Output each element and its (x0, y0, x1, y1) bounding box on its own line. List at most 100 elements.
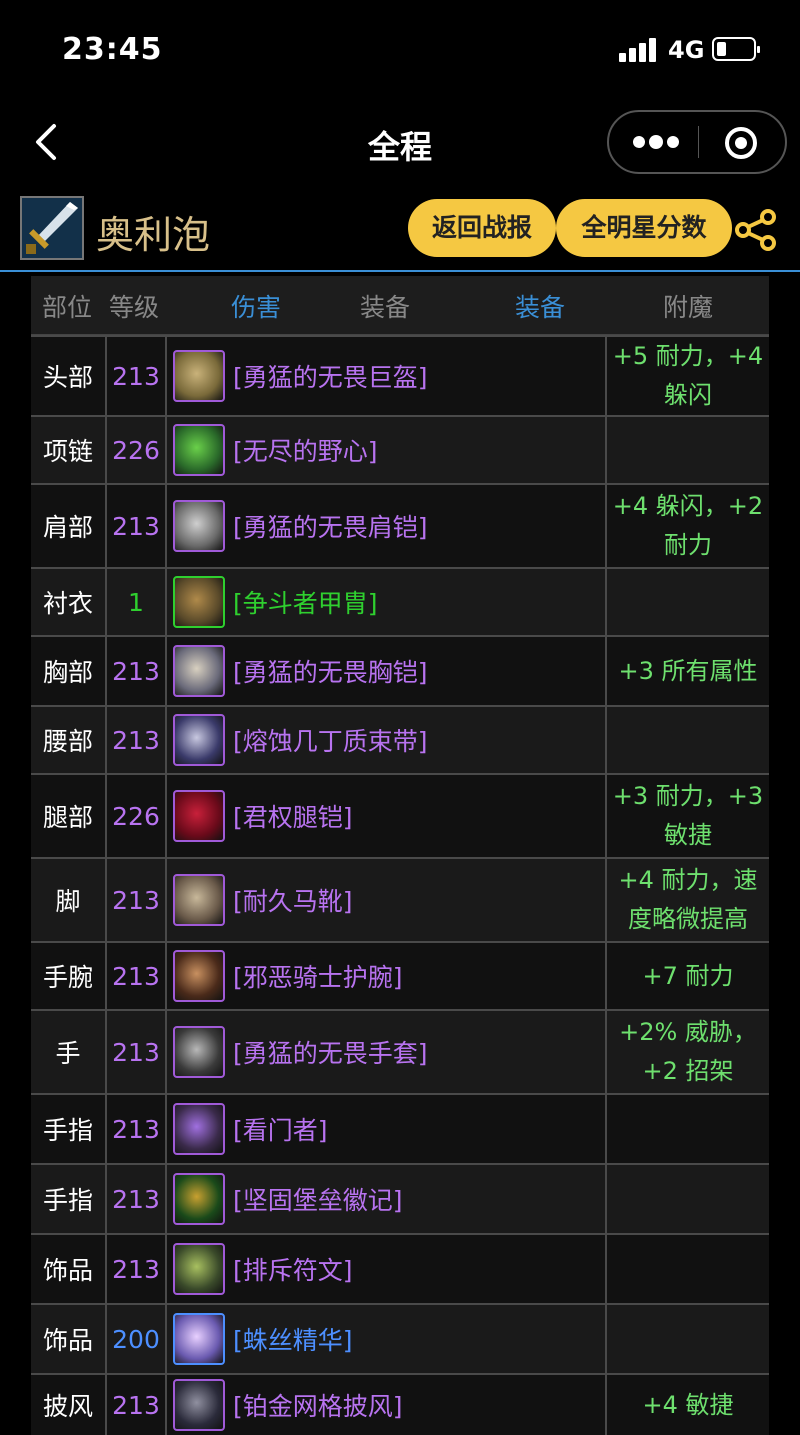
enchant-cell: +4 敏捷 (642, 1390, 734, 1419)
item-icon[interactable] (173, 500, 225, 552)
item-level-cell: 213 (107, 637, 167, 705)
back-to-report-button[interactable]: 返回战报 (408, 199, 556, 257)
nav-bar: 全程 (0, 100, 800, 190)
item-icon[interactable] (173, 1173, 225, 1225)
enchant-cell (607, 1165, 769, 1233)
header-gear-tab-active[interactable]: 装备 (515, 288, 565, 324)
item-name[interactable]: [熔蚀几丁质束带] (233, 722, 428, 758)
item-icon[interactable] (173, 1313, 225, 1365)
item-cell[interactable]: [熔蚀几丁质束带] (167, 707, 607, 773)
item-cell[interactable]: [勇猛的无畏肩铠] (167, 485, 607, 567)
share-icon[interactable] (734, 208, 778, 252)
table-row[interactable]: 胸部 213 [勇猛的无畏胸铠] +3 所有属性 (31, 635, 769, 705)
table-row[interactable]: 肩部 213 [勇猛的无畏肩铠] +4 躲闪，+2耐力 (31, 483, 769, 567)
status-time: 23:45 (62, 32, 163, 67)
item-level-cell: 213 (107, 1011, 167, 1093)
table-row[interactable]: 手指 213 [坚固堡垒徽记] (31, 1163, 769, 1233)
table-row[interactable]: 腿部 226 [君权腿铠] +3 耐力，+3敏捷 (31, 773, 769, 857)
item-name[interactable]: [排斥符文] (233, 1251, 353, 1287)
more-dots-icon[interactable] (633, 135, 679, 150)
item-icon[interactable] (173, 645, 225, 697)
mini-program-capsule (607, 110, 787, 174)
item-level-cell: 213 (107, 707, 167, 773)
item-icon[interactable] (173, 1026, 225, 1078)
item-icon[interactable] (173, 1103, 225, 1155)
enchant-cell: +3 耐力，+3敏捷 (612, 782, 764, 849)
slot-cell: 头部 (31, 337, 107, 415)
header-gear-tab[interactable]: 装备 (360, 288, 410, 324)
item-cell[interactable]: [排斥符文] (167, 1235, 607, 1303)
table-row[interactable]: 腰部 213 [熔蚀几丁质束带] (31, 705, 769, 773)
item-name[interactable]: [邪恶骑士护腕] (233, 958, 403, 994)
all-stars-score-button[interactable]: 全明星分数 (556, 199, 732, 257)
item-name[interactable]: [君权腿铠] (233, 798, 353, 834)
slot-cell: 胸部 (31, 637, 107, 705)
character-header: 奥利泡 返回战报 全明星分数 (0, 190, 800, 272)
slot-cell: 腰部 (31, 707, 107, 773)
item-cell[interactable]: [争斗者甲胄] (167, 569, 607, 635)
item-icon[interactable] (173, 350, 225, 402)
item-name[interactable]: [勇猛的无畏巨盔] (233, 358, 428, 394)
header-damage-tab[interactable]: 伤害 (231, 288, 281, 324)
item-cell[interactable]: [蛛丝精华] (167, 1305, 607, 1373)
table-row[interactable]: 脚 213 [耐久马靴] +4 耐力，速度略微提高 (31, 857, 769, 941)
table-row[interactable]: 披风 213 [铂金网格披风] +4 敏捷 (31, 1373, 769, 1435)
character-avatar (20, 196, 84, 260)
item-name[interactable]: [耐久马靴] (233, 882, 353, 918)
item-cell[interactable]: [耐久马靴] (167, 859, 607, 941)
item-name[interactable]: [坚固堡垒徽记] (233, 1181, 403, 1217)
item-name[interactable]: [争斗者甲胄] (233, 584, 378, 620)
item-cell[interactable]: [邪恶骑士护腕] (167, 943, 607, 1009)
item-level-cell: 226 (107, 775, 167, 857)
capsule-divider (698, 126, 699, 158)
table-row[interactable]: 手 213 [勇猛的无畏手套] +2% 威胁，+2 招架 (31, 1009, 769, 1093)
item-icon[interactable] (173, 950, 225, 1002)
gear-table: 部位 等级 伤害 装备 装备 附魔 头部 213 [勇猛的无畏巨盔] +5 耐力，+4… (31, 276, 769, 1435)
item-name[interactable]: [铂金网格披风] (233, 1387, 403, 1423)
enchant-cell (607, 417, 769, 483)
enchant-cell (607, 707, 769, 773)
table-row[interactable]: 手腕 213 [邪恶骑士护腕] +7 耐力 (31, 941, 769, 1009)
table-row[interactable]: 饰品 200 [蛛丝精华] (31, 1303, 769, 1373)
table-row[interactable]: 项链 226 [无尽的野心] (31, 415, 769, 483)
item-cell[interactable]: [看门者] (167, 1095, 607, 1163)
table-row[interactable]: 头部 213 [勇猛的无畏巨盔] +5 耐力，+4躲闪 (31, 335, 769, 415)
header-enchant[interactable]: 附魔 (663, 288, 713, 324)
item-cell[interactable]: [无尽的野心] (167, 417, 607, 483)
item-cell[interactable]: [君权腿铠] (167, 775, 607, 857)
item-name[interactable]: [蛛丝精华] (233, 1321, 353, 1357)
header-level[interactable]: 等级 (109, 288, 159, 324)
table-row[interactable]: 饰品 213 [排斥符文] (31, 1233, 769, 1303)
target-circle-icon[interactable] (724, 126, 758, 160)
item-name[interactable]: [勇猛的无畏肩铠] (233, 508, 428, 544)
table-row[interactable]: 手指 213 [看门者] (31, 1093, 769, 1163)
slot-cell: 手指 (31, 1095, 107, 1163)
item-cell[interactable]: [勇猛的无畏胸铠] (167, 637, 607, 705)
item-cell[interactable]: [铂金网格披风] (167, 1375, 607, 1435)
item-icon[interactable] (173, 874, 225, 926)
item-name[interactable]: [看门者] (233, 1111, 328, 1147)
slot-cell: 手腕 (31, 943, 107, 1009)
gear-rows: 头部 213 [勇猛的无畏巨盔] +5 耐力，+4躲闪 项链 226 [无尽的野心] 肩部 21… (31, 335, 769, 1435)
enchant-cell (607, 1305, 769, 1373)
item-name[interactable]: [勇猛的无畏手套] (233, 1034, 428, 1070)
signal-icon (619, 38, 657, 62)
item-level-cell: 213 (107, 859, 167, 941)
item-cell[interactable]: [勇猛的无畏手套] (167, 1011, 607, 1093)
item-icon[interactable] (173, 576, 225, 628)
item-icon[interactable] (173, 790, 225, 842)
table-row[interactable]: 衬衣 1 [争斗者甲胄] (31, 567, 769, 635)
item-icon[interactable] (173, 1379, 225, 1431)
item-cell[interactable]: [勇猛的无畏巨盔] (167, 337, 607, 415)
item-name[interactable]: [无尽的野心] (233, 432, 378, 468)
header-slot[interactable]: 部位 (42, 288, 92, 324)
item-cell[interactable]: [坚固堡垒徽记] (167, 1165, 607, 1233)
item-name[interactable]: [勇猛的无畏胸铠] (233, 653, 428, 689)
slot-cell: 饰品 (31, 1235, 107, 1303)
item-icon[interactable] (173, 424, 225, 476)
slot-cell: 肩部 (31, 485, 107, 567)
item-level-cell: 213 (107, 337, 167, 415)
item-icon[interactable] (173, 714, 225, 766)
item-icon[interactable] (173, 1243, 225, 1295)
slot-cell: 披风 (31, 1375, 107, 1435)
